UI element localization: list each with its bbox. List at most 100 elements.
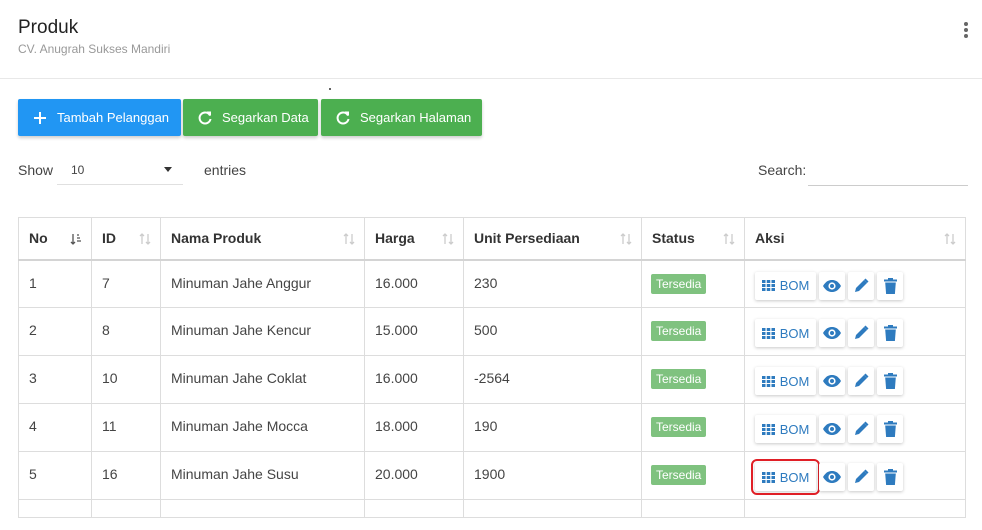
table-row: 3 10 Minuman Jahe Coklat 16.000 -2564 Tersedi… (18, 355, 966, 404)
cell-empty (18, 499, 92, 518)
cell-stock: -2564 (463, 355, 642, 404)
cell-no: 2 (18, 307, 92, 356)
action-group: BOM (755, 367, 955, 395)
cell-status: Tersedia (641, 259, 745, 308)
column-header-no[interactable]: No (18, 217, 92, 261)
edit-button[interactable] (848, 367, 874, 395)
cell-product-name: Minuman Jahe Coklat (160, 355, 365, 404)
cell-no: 4 (18, 403, 92, 452)
stray-dot (329, 88, 331, 90)
cell-status: Tersedia (641, 355, 745, 404)
grid-icon (761, 471, 775, 483)
cell-price: 15.000 (364, 307, 464, 356)
bom-button[interactable]: BOM (755, 367, 816, 395)
refresh-icon (335, 110, 351, 126)
edit-button[interactable] (848, 415, 874, 443)
delete-button[interactable] (877, 463, 903, 491)
cell-id: 16 (91, 451, 161, 500)
view-button[interactable] (819, 271, 845, 300)
add-customer-label: Tambah Pelanggan (57, 110, 170, 125)
eye-icon (823, 471, 841, 483)
trash-icon (883, 421, 897, 437)
cell-empty (160, 499, 365, 518)
status-badge: Tersedia (651, 273, 707, 294)
bom-button[interactable]: BOM (755, 271, 816, 300)
trash-icon (883, 277, 897, 294)
cell-product-name: Minuman Jahe Mocca (160, 403, 365, 452)
sort-icon (139, 233, 151, 245)
bom-button-label: BOM (779, 421, 810, 437)
entries-label: entries (204, 162, 247, 178)
bom-button[interactable]: BOM (755, 319, 816, 347)
refresh-data-label: Segarkan Data (222, 110, 309, 125)
status-badge: Tersedia (651, 465, 707, 485)
bom-button[interactable]: BOM (755, 415, 816, 443)
delete-button[interactable] (877, 319, 903, 347)
column-header-actions[interactable]: Aksi (744, 217, 966, 261)
view-button[interactable] (819, 463, 845, 491)
cell-price: 18.000 (364, 403, 464, 452)
refresh-data-button[interactable]: Segarkan Data (183, 99, 318, 136)
cell-no: 3 (18, 355, 92, 404)
cell-status: Tersedia (641, 307, 745, 356)
column-header-stock[interactable]: Unit Persediaan (463, 217, 642, 261)
refresh-page-button[interactable]: Segarkan Halaman (321, 99, 482, 136)
view-button[interactable] (819, 367, 845, 395)
cell-actions: BOM (744, 403, 966, 452)
bom-button-label: BOM (779, 278, 810, 293)
edit-button[interactable] (848, 319, 874, 347)
column-header-status[interactable]: Status (641, 217, 745, 261)
delete-button[interactable] (877, 367, 903, 395)
view-button[interactable] (819, 319, 845, 347)
cell-actions: BOM (744, 259, 966, 308)
cell-id: 8 (91, 307, 161, 356)
bom-button[interactable]: BOM (751, 459, 820, 495)
cell-empty (463, 499, 642, 518)
cell-id: 7 (91, 259, 161, 308)
search-input[interactable] (808, 155, 968, 186)
show-label: Show (18, 162, 54, 178)
pencil-icon (855, 373, 869, 387)
column-header-price[interactable]: Harga (364, 217, 464, 261)
cell-empty (744, 499, 966, 518)
entries-select[interactable]: 10 (57, 155, 183, 185)
cell-actions: BOM (744, 355, 966, 404)
table-filler-row (18, 499, 966, 518)
status-badge: Tersedia (651, 417, 707, 437)
action-group: BOM (755, 271, 955, 300)
cell-price: 16.000 (364, 355, 464, 404)
table-row: 2 8 Minuman Jahe Kencur 15.000 500 Tersedia BO… (18, 307, 966, 356)
view-button[interactable] (819, 415, 845, 443)
cell-status: Tersedia (641, 451, 745, 500)
plus-icon (32, 110, 48, 126)
trash-icon (883, 373, 897, 389)
bom-button-label: BOM (779, 373, 810, 389)
grid-icon (761, 375, 775, 387)
eye-icon (823, 423, 841, 435)
grid-icon (761, 327, 775, 339)
delete-button[interactable] (877, 271, 903, 300)
column-header-id[interactable]: ID (91, 217, 161, 261)
pencil-icon (855, 278, 869, 292)
page-title: Produk (18, 17, 79, 38)
page-subtitle: CV. Anugrah Sukses Mandiri (18, 42, 171, 56)
cell-stock: 500 (463, 307, 642, 356)
sort-icon (343, 233, 355, 245)
grid-icon (761, 280, 775, 291)
column-header-name[interactable]: Nama Produk (160, 217, 365, 261)
status-badge: Tersedia (651, 321, 707, 341)
delete-button[interactable] (877, 415, 903, 443)
cell-no: 5 (18, 451, 92, 500)
table-row: 4 11 Minuman Jahe Mocca 18.000 190 Tersedia BO… (18, 403, 966, 452)
action-group: BOM (751, 459, 955, 495)
kebab-menu-icon[interactable] (960, 20, 972, 40)
edit-button[interactable] (848, 463, 874, 491)
cell-actions: BOM (744, 307, 966, 356)
eye-icon (823, 375, 841, 387)
edit-button[interactable] (848, 271, 874, 300)
sort-icon (723, 233, 735, 245)
sort-icon (944, 233, 956, 245)
caret-down-icon (164, 167, 172, 172)
add-customer-button[interactable]: Tambah Pelanggan (18, 99, 181, 136)
cell-product-name: Minuman Jahe Susu (160, 451, 365, 500)
